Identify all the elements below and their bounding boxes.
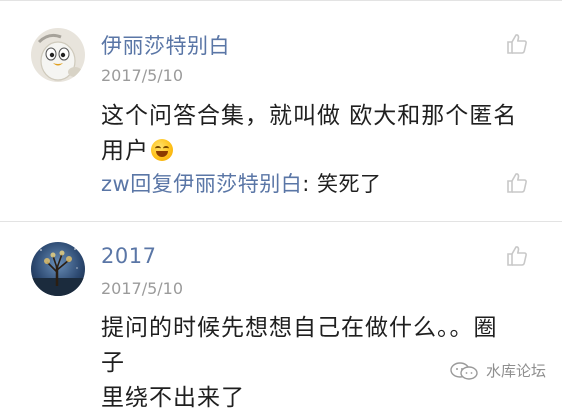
comment-text-line: 里绕不出来了 [101, 385, 245, 411]
comment-text-fragment: 用户 [101, 138, 149, 164]
reply-line: zw回复伊丽莎特别白: 笑死了 [101, 168, 381, 198]
avatar[interactable] [31, 242, 85, 296]
comment-text-line: 这个问答合集，就叫做 欧大和那个匿名 [101, 103, 518, 129]
wechat-icon [450, 361, 478, 380]
night-tree-avatar-icon [31, 242, 85, 296]
comment-text: 这个问答合集，就叫做 欧大和那个匿名 用户 [101, 99, 521, 169]
comment-list: 伊丽莎特别白 2017/5/10 这个问答合集，就叫做 欧大和那个匿名 用户 z… [0, 0, 562, 411]
smiling-face-emoji-icon [151, 139, 173, 161]
thumbs-up-icon[interactable] [505, 171, 529, 195]
reply-text: 笑死了 [316, 172, 382, 196]
comment-item: 伊丽莎特别白 2017/5/10 这个问答合集，就叫做 欧大和那个匿名 用户 z… [0, 0, 562, 220]
reply-separator: : [302, 172, 317, 196]
comment-text-line: 用户 [101, 134, 521, 169]
comment-date: 2017/5/10 [101, 66, 184, 85]
source-watermark: 水库论坛 [448, 360, 546, 381]
comment-username[interactable]: 伊丽莎特别白 [101, 30, 230, 60]
comment-date: 2017/5/10 [101, 279, 184, 298]
comment-username[interactable]: 2017 [101, 244, 156, 268]
avatar[interactable] [31, 28, 85, 82]
reply-username[interactable]: zw回复伊丽莎特别白 [101, 172, 302, 196]
thumbs-up-icon[interactable] [505, 32, 529, 56]
watermark-text: 水库论坛 [486, 362, 547, 380]
thumbs-up-icon[interactable] [505, 244, 529, 268]
penguin-avatar-icon [31, 28, 85, 82]
